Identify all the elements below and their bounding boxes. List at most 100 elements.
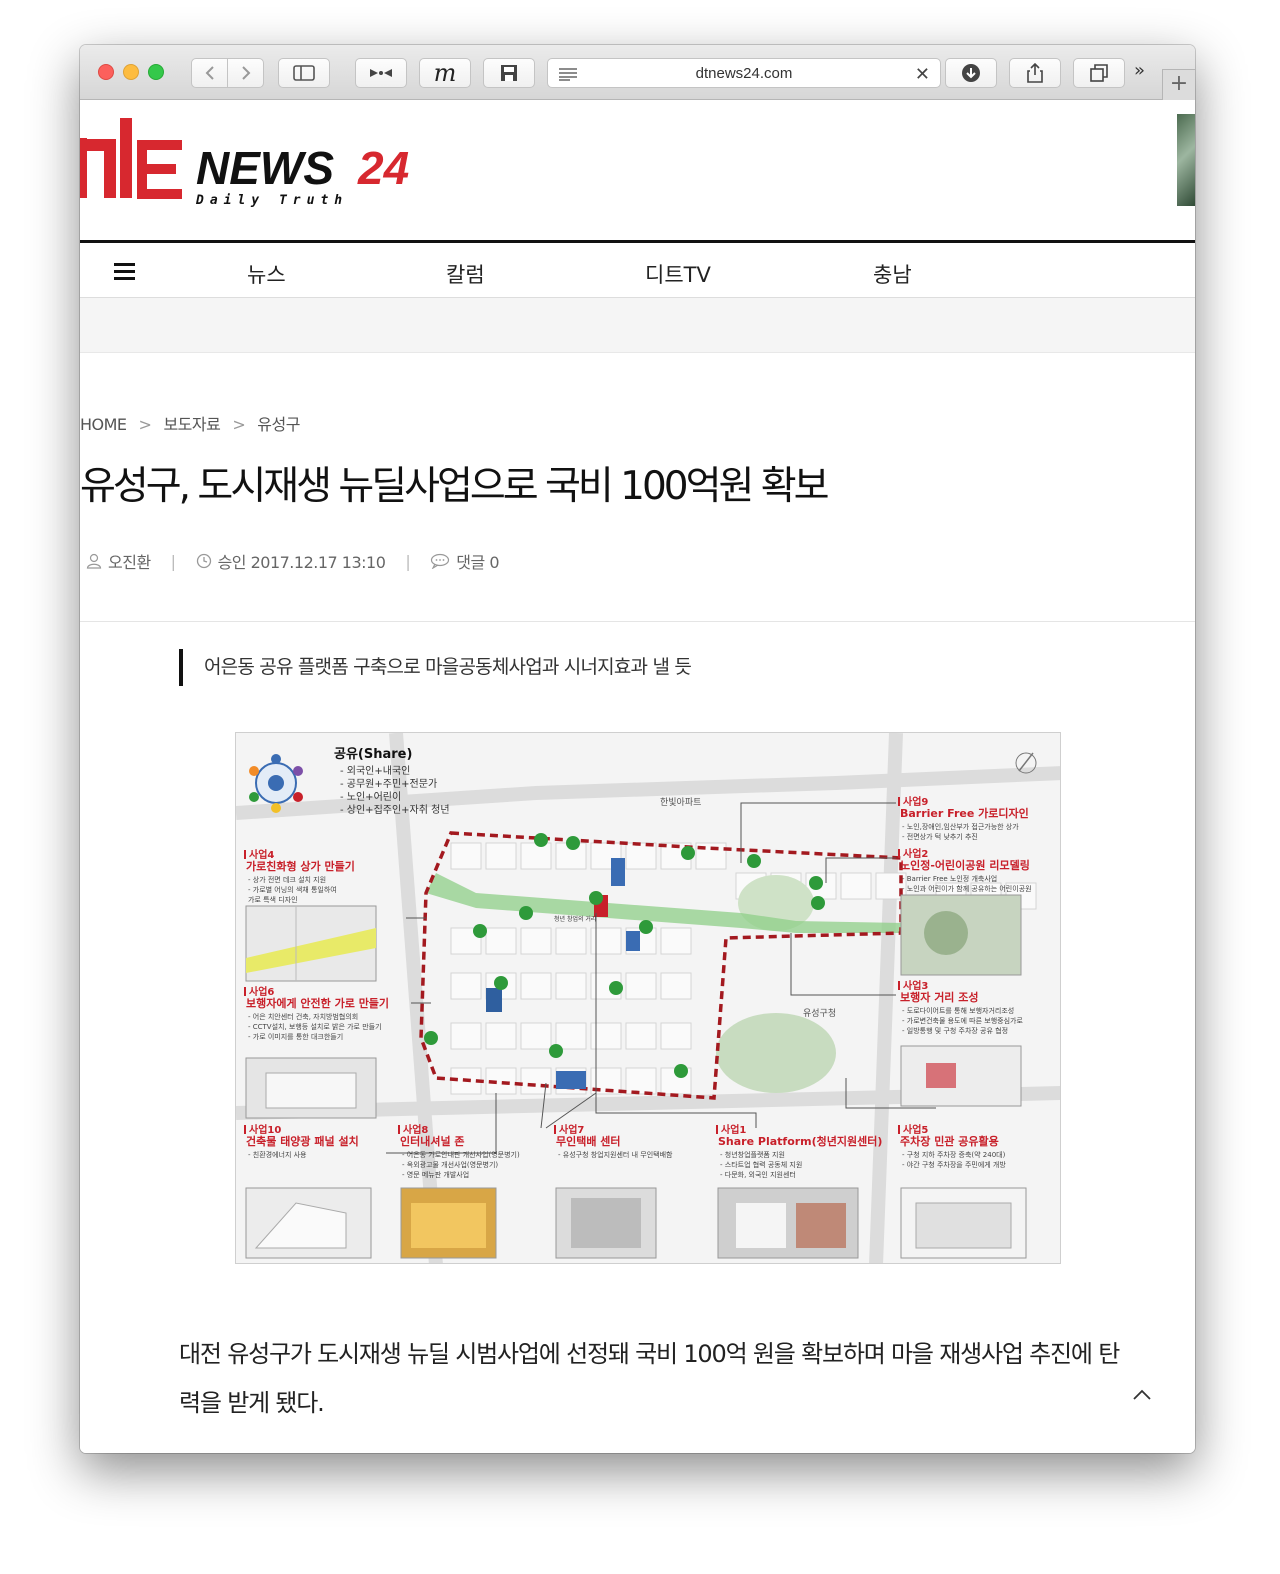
new-tab-button[interactable]: + [1162,69,1195,100]
hamburger-icon[interactable] [114,263,135,284]
share-button[interactable] [1009,58,1061,88]
save-icon [501,65,517,81]
downloads-button[interactable] [945,58,997,88]
breadcrumb-separator-icon: > [138,415,152,434]
article-meta: 오진환 | 승인 2017.12.17 13:10 | 댓글 0 [86,549,500,573]
ad-band [80,298,1195,353]
callout-line: - 노인,장애인,임산부가 접근가능한 상가 [902,822,1019,831]
address-bar[interactable]: dtnews24.com ✕ [547,58,941,88]
share-icon [1027,63,1043,83]
browser-window: m dtnews24.com ✕ » + NEWS 24 Daily Truth… [80,45,1195,1453]
article-author: 오진환 [108,553,151,572]
breadcrumb-separator-icon: > [232,415,246,434]
forward-button[interactable] [227,58,264,88]
map-label-center: 청년 창업의 거리 [554,915,596,923]
arrows-icon [370,69,392,77]
browser-toolbar: m dtnews24.com ✕ » + [80,45,1195,100]
callout-marker [716,1125,718,1134]
nav-item-tv[interactable]: 디트TV [645,259,711,289]
callout-title: 가로친화형 상가 만들기 [246,859,355,873]
site-logo[interactable]: NEWS 24 Daily Truth [80,118,460,212]
map-park-area [716,1013,836,1093]
sidebar-button[interactable] [278,58,330,88]
article-subtitle: 어은동 공유 플랫폼 구축으로 마을공동체사업과 시너지효과 낼 듯 [179,649,692,686]
callout-title: Barrier Free 가로디자인 [900,806,1029,820]
breadcrumb-home[interactable]: HOME [80,415,127,434]
share-item: - 외국인+내국인 [340,765,410,777]
sidebar-icon [293,65,315,81]
callout-marker [898,1125,900,1134]
breadcrumb-section[interactable]: 보도자료 [163,415,220,434]
overflow-chevron-icon[interactable]: » [1134,60,1145,81]
chevron-right-icon [241,66,250,80]
map-marker-building [611,858,625,886]
banner-ad-image[interactable] [1177,114,1195,206]
callout-line: - Barrier Free 노인정 개축사업 [902,874,997,883]
breadcrumb-sub[interactable]: 유성구 [257,415,300,434]
article-image[interactable]: 공유(Share) - 외국인+내국인 - 공무원+주민+전문가 - 노인+어린… [235,732,1061,1264]
callout-line: - 일방통행 및 구청 주차장 공유 협정 [902,1026,1008,1035]
extension-button-1[interactable] [355,58,407,88]
callout-line: - 다문화, 외국인 지원센터 [720,1170,796,1179]
share-item: - 상인+집주인+자취 청년 [340,804,450,816]
close-window-button[interactable] [98,64,114,80]
map-marker-building [486,988,502,1012]
callout-line: - 노인과 어린이가 함께 공유하는 어린이공원 [902,884,1032,893]
callout-line: - 영문 메뉴판 개발사업 [402,1170,469,1179]
zoom-window-button[interactable] [148,64,164,80]
share-item: - 공무원+주민+전문가 [340,778,437,790]
callout-line: - 옥외광고물 개선사업(영문병기) [402,1160,498,1169]
chevron-up-icon[interactable] [1132,1388,1152,1402]
callout-line: - 청년창업플랫폼 지원 [720,1150,785,1159]
callout-title: Share Platform(청년지원센터) [718,1134,882,1148]
callout-title: 주차장 민관 공유활용 [900,1134,999,1148]
callout-title: 보행자 거리 조성 [900,990,979,1004]
article-date: 승인 2017.12.17 13:10 [217,553,386,572]
callout-title: 건축물 태양광 패널 설치 [246,1134,359,1148]
callout-line: - 상가 전면 데크 설치 지원 [248,875,326,884]
share-item: - 노인+어린이 [340,791,401,803]
callout-line: - 가로별 어닝의 색채 통일하여 [248,885,337,894]
comment-icon [431,553,450,569]
extension-button-2[interactable]: m [419,58,471,88]
url-text: dtnews24.com [695,65,793,82]
callout-marker [244,850,246,859]
article-title: 유성구, 도시재생 뉴딜사업으로 국비 100억원 확보 [80,464,830,509]
callout-line: - CCTV설치, 보행등 설치로 밝은 가로 만들기 [248,1022,382,1031]
web-page: NEWS 24 Daily Truth 뉴스 칼럼 디트TV 충남 HOME > 보… [80,100,1195,1453]
close-icon[interactable]: ✕ [915,64,930,85]
callout-title: 보행자에게 안전한 가로 만들기 [246,996,389,1010]
callout-line: - 어은동 가로안내판 개선사업(영문병기) [402,1150,520,1159]
callout-marker [244,987,246,996]
nav-item-chungnam[interactable]: 충남 [873,259,912,289]
tabs-overview-button[interactable] [1073,58,1125,88]
meta-separator: | [170,551,176,571]
callout-line: - 어은 치안센터 건축, 자치방범협의회 [248,1012,358,1021]
callout-line: - 스타트업 협력 공동체 지원 [720,1160,802,1169]
map-label-office: 유성구청 [803,1008,836,1019]
callout-line: - 야간 구청 주차장을 주민에게 개방 [902,1160,1006,1169]
meta-separator: | [405,551,411,571]
logo-mark-icon [80,118,182,199]
callout-marker [244,1125,246,1134]
callout-line: - 전면상가 턱 낮추기 추진 [902,832,978,841]
callout-line: - 가로변건축물 용도에 따른 보행중심가로 [902,1016,1023,1025]
logo-tagline: Daily Truth [195,193,348,208]
article-comments-link[interactable]: 댓글 0 [456,549,499,573]
tabs-icon [1090,64,1108,82]
callout-title: 인터내셔널 존 [400,1134,465,1148]
main-navigation: 뉴스 칼럼 디트TV 충남 [80,240,1195,298]
nav-item-news[interactable]: 뉴스 [247,259,286,289]
clock-icon [196,553,211,569]
nav-item-column[interactable]: 칼럼 [446,259,485,289]
logo-news-text: NEWS [196,142,334,194]
minimize-window-button[interactable] [123,64,139,80]
user-icon [86,553,102,569]
article-body: 대전 유성구가 도시재생 뉴딜 시범사업에 선정돼 국비 100억 원을 확보하… [179,1340,1120,1417]
callout-line: - 구청 지하 주차장 증축(약 240대) [902,1150,1006,1159]
m-logo-icon: m [433,59,457,87]
extension-button-3[interactable] [483,58,535,88]
callout-title: 노인정-어린이공원 리모델링 [900,858,1030,872]
back-button[interactable] [191,58,228,88]
callout-line: - 도로다이어트를 통해 보행자거리조성 [902,1006,1014,1015]
